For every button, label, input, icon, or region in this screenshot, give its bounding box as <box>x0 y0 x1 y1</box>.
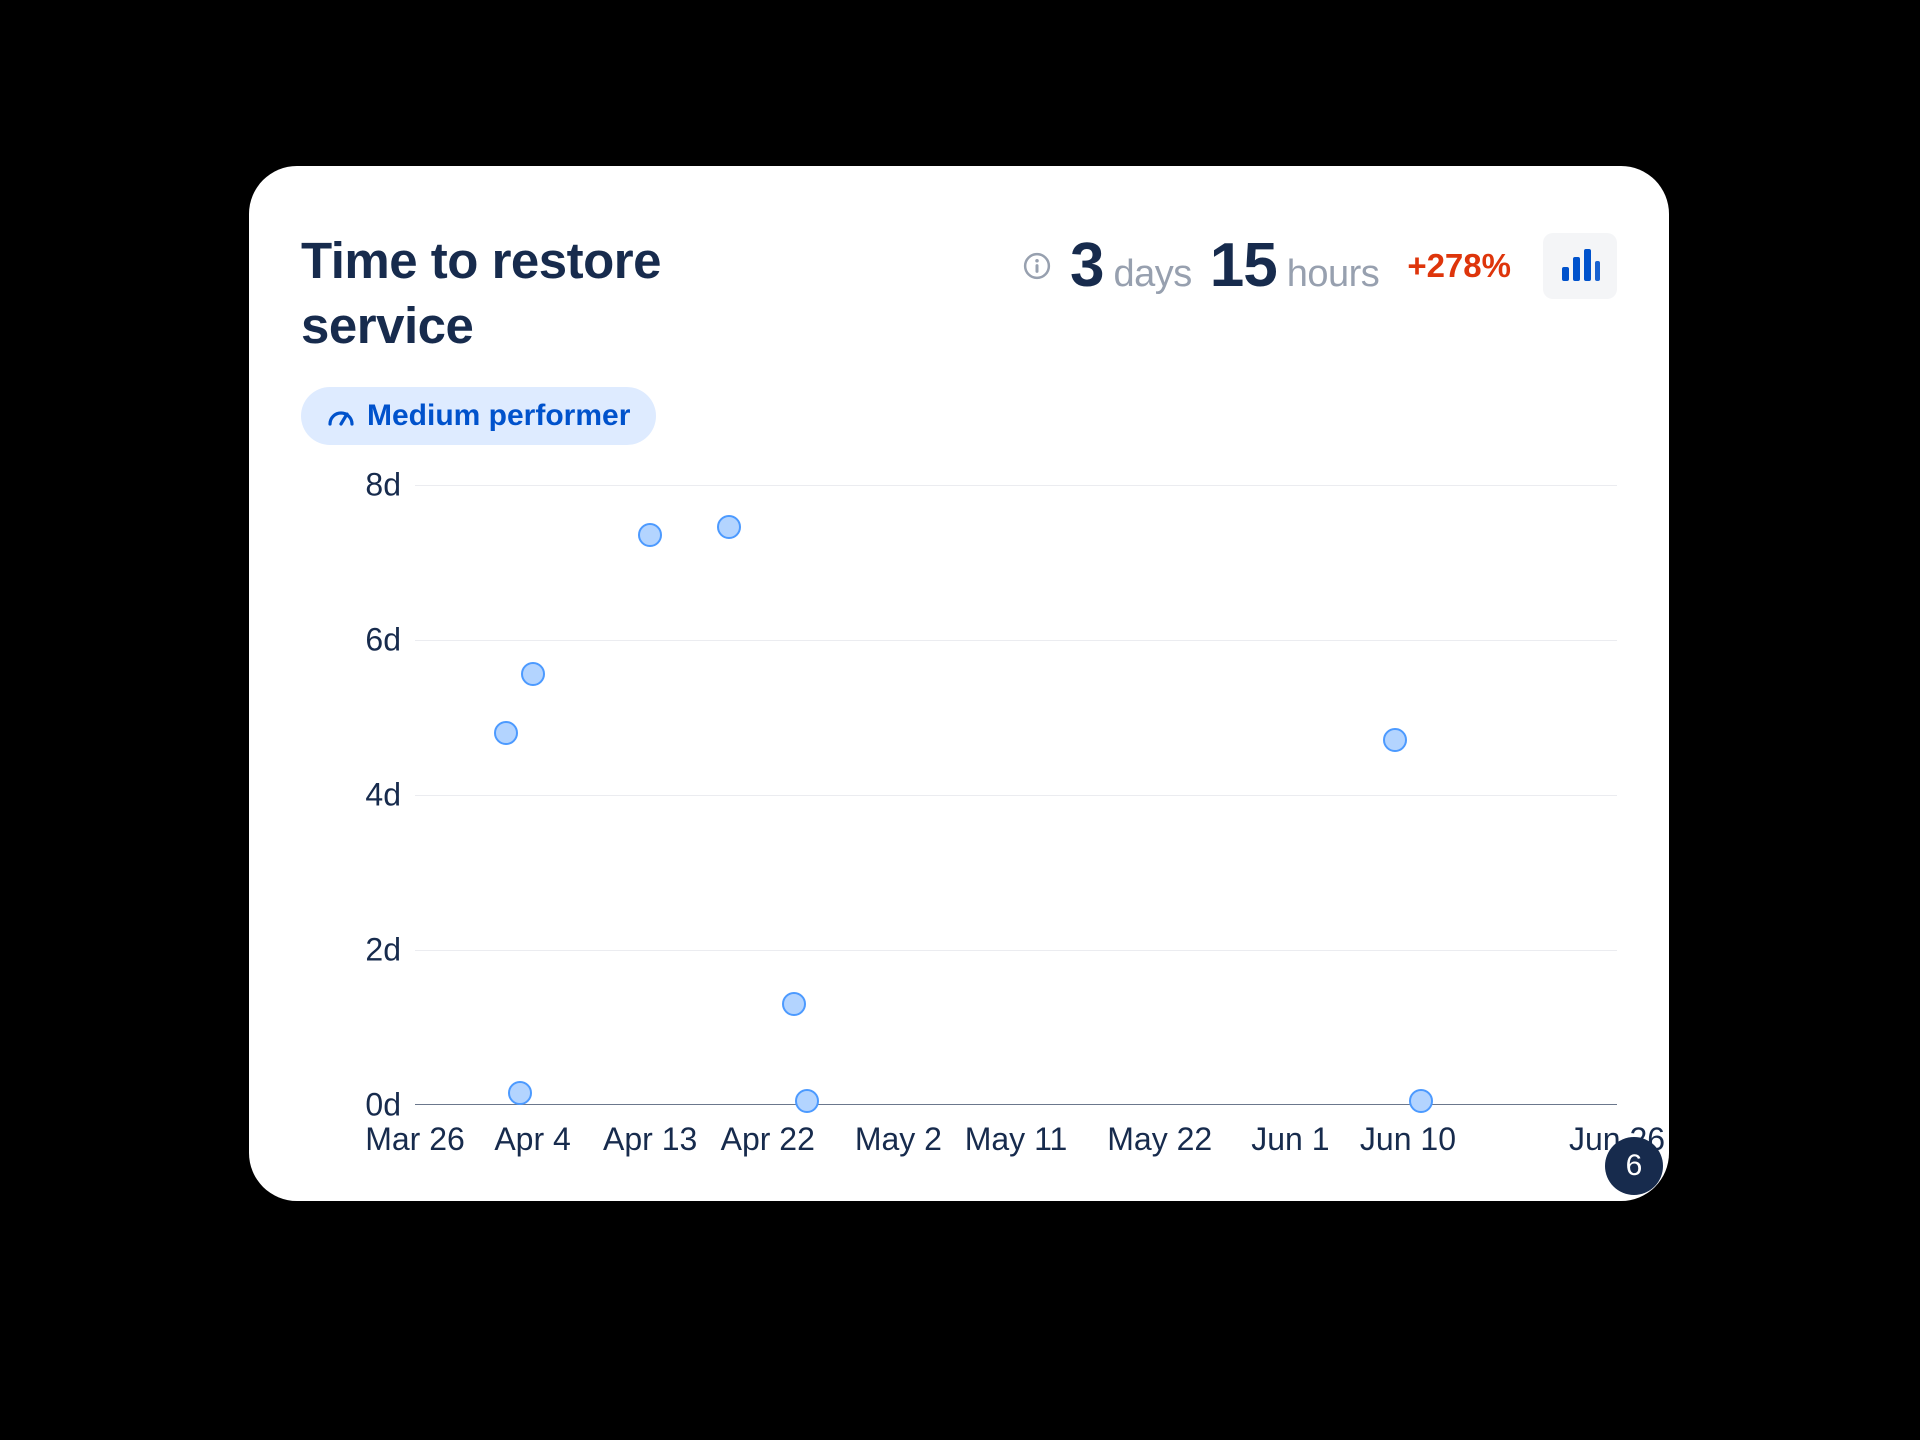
bar-chart-icon <box>1560 249 1600 283</box>
x-tick-label: Apr 4 <box>494 1121 570 1158</box>
corner-badge[interactable]: 6 <box>1605 1137 1663 1195</box>
x-tick-label: Jun 10 <box>1360 1121 1456 1158</box>
y-tick-label: 0d <box>301 1086 401 1123</box>
x-tick-label: May 2 <box>855 1121 942 1158</box>
x-tick-label: Apr 22 <box>721 1121 815 1158</box>
x-tick-label: Jun 1 <box>1251 1121 1329 1158</box>
y-tick-label: 4d <box>301 776 401 813</box>
gauge-icon <box>327 405 355 427</box>
gridline <box>415 485 1617 486</box>
x-tick-label: May 22 <box>1107 1121 1212 1158</box>
y-tick-label: 8d <box>301 466 401 503</box>
info-icon[interactable] <box>1022 251 1052 281</box>
metric-days-unit: days <box>1114 253 1192 296</box>
y-tick-label: 6d <box>301 621 401 658</box>
performer-pill-label: Medium performer <box>367 399 630 433</box>
metric-card: Time to restore service 3 days 15 hours <box>249 166 1669 1201</box>
x-tick-label: Apr 13 <box>603 1121 697 1158</box>
data-point[interactable] <box>638 523 662 547</box>
metric-hours-value: 15 <box>1210 230 1277 301</box>
data-point[interactable] <box>494 721 518 745</box>
card-header: Time to restore service 3 days 15 hours <box>301 228 1617 359</box>
x-tick-label: Mar 26 <box>365 1121 465 1158</box>
data-point[interactable] <box>795 1089 819 1113</box>
gridline <box>415 950 1617 951</box>
metric-hours: 15 hours <box>1210 230 1380 301</box>
metric-days: 3 days <box>1070 230 1192 301</box>
card-title: Time to restore service <box>301 228 671 359</box>
y-tick-label: 2d <box>301 931 401 968</box>
gridline <box>415 640 1617 641</box>
performer-pill[interactable]: Medium performer <box>301 387 656 445</box>
gridline <box>415 795 1617 796</box>
data-point[interactable] <box>1383 728 1407 752</box>
x-axis-line <box>415 1104 1617 1105</box>
data-point[interactable] <box>717 515 741 539</box>
plot-area <box>415 485 1617 1105</box>
metric-days-value: 3 <box>1070 230 1103 301</box>
data-point[interactable] <box>521 662 545 686</box>
chart-type-button[interactable] <box>1543 233 1617 299</box>
metric-hours-unit: hours <box>1287 253 1380 296</box>
x-axis: Mar 26Apr 4Apr 13Apr 22May 2May 11May 22… <box>415 1121 1617 1165</box>
x-tick-label: May 11 <box>965 1121 1068 1158</box>
data-point[interactable] <box>782 992 806 1016</box>
metric-summary: 3 days 15 hours +278% <box>1022 228 1617 301</box>
data-point[interactable] <box>1409 1089 1433 1113</box>
data-point[interactable] <box>508 1081 532 1105</box>
corner-badge-value: 6 <box>1626 1149 1643 1183</box>
chart: 0d2d4d6d8d Mar 26Apr 4Apr 13Apr 22May 2M… <box>301 485 1617 1173</box>
metric-delta: +278% <box>1407 247 1511 285</box>
